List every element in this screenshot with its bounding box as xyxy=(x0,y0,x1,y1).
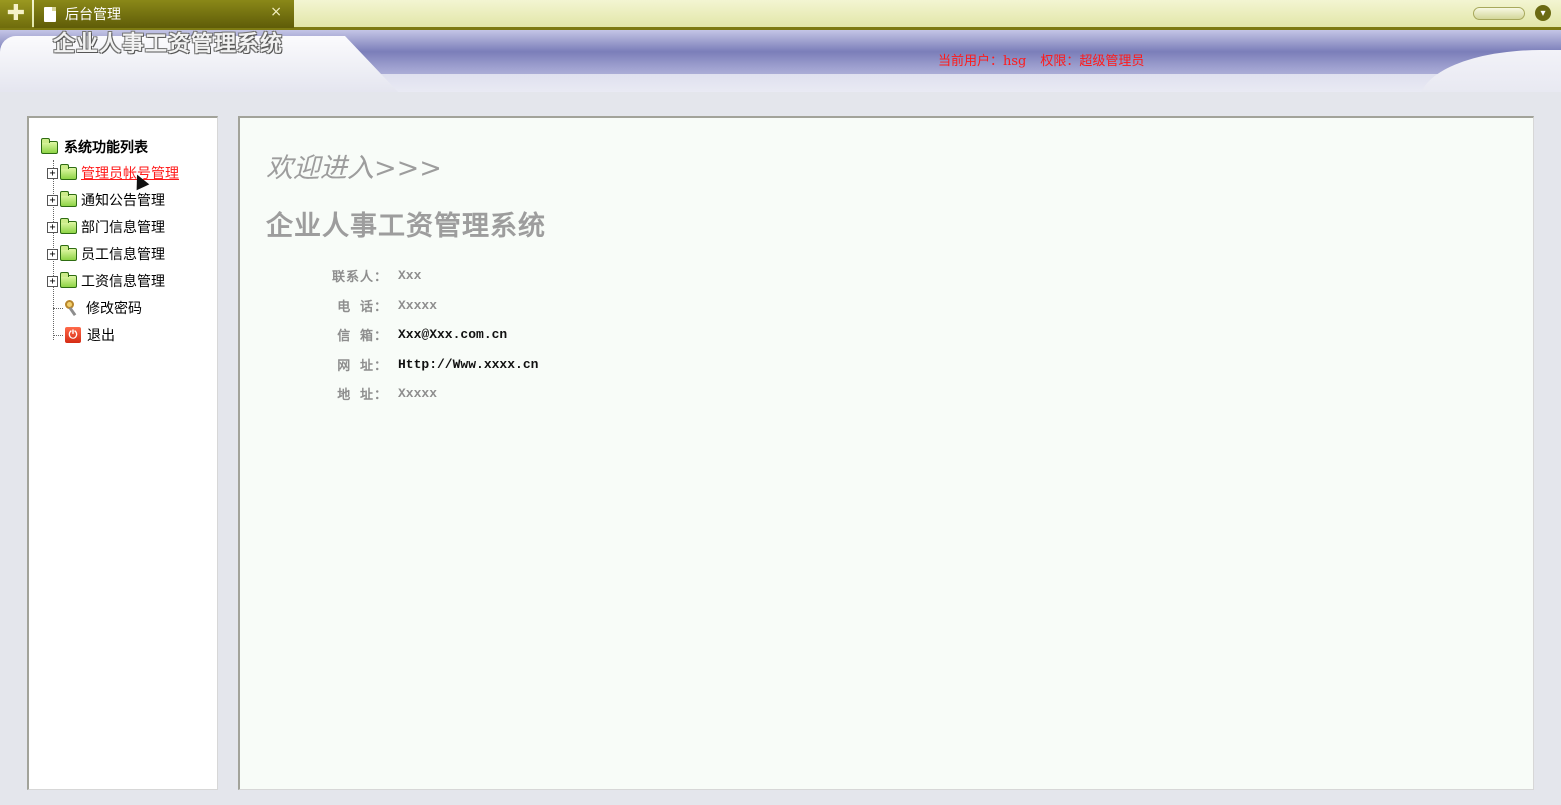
sidebar-item-employees[interactable]: + 员工信息管理 xyxy=(47,244,165,264)
banner-decoration xyxy=(1420,50,1561,92)
main-content: 欢迎进入>>> 企业人事工资管理系统 联系人： Xxx 电 话： Xxxxx 信… xyxy=(238,116,1534,790)
info-label: 电 话： xyxy=(337,300,388,315)
sidebar-item-label[interactable]: 修改密码 xyxy=(86,298,142,318)
sidebar-item-label[interactable]: 工资信息管理 xyxy=(81,271,165,291)
tree-connector xyxy=(53,334,63,336)
sidebar-item-admin-accounts[interactable]: + 管理员帐号管理 xyxy=(47,163,179,183)
folder-icon xyxy=(60,271,77,288)
folder-icon xyxy=(60,244,77,261)
sidebar-item-label[interactable]: 部门信息管理 xyxy=(81,217,165,237)
sidebar-item-salaries[interactable]: + 工资信息管理 xyxy=(47,271,165,291)
folder-icon xyxy=(60,190,77,207)
expand-icon[interactable]: + xyxy=(47,248,58,260)
folder-icon xyxy=(41,137,58,154)
sidebar-item-label[interactable]: 退出 xyxy=(87,325,115,345)
sidebar-item-label[interactable]: 管理员帐号管理 xyxy=(81,163,179,183)
info-label: 地 址： xyxy=(337,388,388,403)
info-row-contact: 联系人： Xxx xyxy=(320,266,421,285)
info-value: Xxxxx xyxy=(398,298,438,313)
document-icon xyxy=(44,6,56,22)
info-value[interactable]: Xxx@Xxx.com.cn xyxy=(398,327,507,342)
sidebar-item-departments[interactable]: + 部门信息管理 xyxy=(47,217,165,237)
current-user: hsg xyxy=(1003,54,1027,69)
info-row-phone: 电 话： Xxxxx xyxy=(320,296,437,315)
tree-root-label: 系统功能列表 xyxy=(64,140,148,156)
tree-connector xyxy=(53,307,63,309)
plus-icon: ✚ xyxy=(6,1,26,26)
info-label: 信 箱： xyxy=(337,329,388,344)
app-title: 企业人事工资管理系统 xyxy=(53,31,284,57)
sidebar-item-change-password[interactable]: 修改密码 xyxy=(47,299,142,317)
info-row-website: 网 址： Http://Www.xxxx.cn xyxy=(320,355,538,374)
folder-icon xyxy=(60,163,77,180)
expand-icon[interactable]: + xyxy=(47,167,58,179)
folder-icon xyxy=(60,217,77,234)
expand-icon[interactable]: + xyxy=(47,275,58,287)
tree-root[interactable]: 系统功能列表 xyxy=(41,137,148,157)
info-row-email: 信 箱： Xxx@Xxx.com.cn xyxy=(320,325,507,344)
sidebar-item-label[interactable]: 通知公告管理 xyxy=(81,190,165,210)
system-name-heading: 企业人事工资管理系统 xyxy=(266,211,546,242)
permission-label: 权限： xyxy=(1040,54,1080,69)
key-icon xyxy=(65,300,81,317)
sidebar-item-label[interactable]: 员工信息管理 xyxy=(81,244,165,264)
chevron-down-icon[interactable]: ▾ xyxy=(1535,5,1551,21)
sidebar-item-notices[interactable]: + 通知公告管理 xyxy=(47,190,165,210)
banner-decoration xyxy=(360,74,1460,92)
sidebar: 系统功能列表 + 管理员帐号管理 + 通知公告管理 + 部门信息管理 + 员工信… xyxy=(27,116,218,790)
info-label: 网 址： xyxy=(337,359,388,374)
permission-value: 超级管理员 xyxy=(1079,54,1145,69)
info-label: 联系人： xyxy=(331,270,388,285)
sidebar-item-logout[interactable]: ⏻ 退出 xyxy=(47,326,115,344)
expand-icon[interactable]: + xyxy=(47,221,58,233)
info-value[interactable]: Http://Www.xxxx.cn xyxy=(398,357,538,372)
tab-backend-management[interactable]: 后台管理 × xyxy=(34,0,294,28)
tab-label: 后台管理 xyxy=(65,7,121,23)
info-value: Xxxxx xyxy=(398,386,438,401)
expand-icon[interactable]: + xyxy=(47,194,58,206)
close-icon[interactable]: × xyxy=(270,4,282,20)
add-tab-button[interactable]: ✚ xyxy=(0,0,32,28)
user-info: 当前用户：hsg 权限：超级管理员 xyxy=(938,50,1144,69)
info-value: Xxx xyxy=(398,268,422,283)
power-icon: ⏻ xyxy=(65,327,81,343)
info-row-address: 地 址： Xxxxx xyxy=(320,384,437,403)
tab-scroll-pill[interactable] xyxy=(1473,7,1525,20)
welcome-heading: 欢迎进入>>> xyxy=(266,153,442,184)
current-user-label: 当前用户： xyxy=(938,54,1004,69)
